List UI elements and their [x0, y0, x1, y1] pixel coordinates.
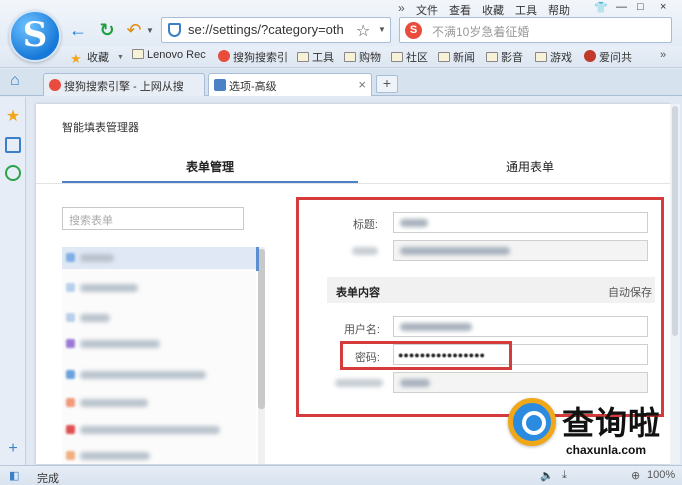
page-scroll-thumb[interactable] — [672, 106, 678, 336]
tab-sogou-search[interactable]: 搜狗搜索引擎 - 上网从搜 — [43, 73, 205, 96]
bookmark-iask[interactable]: 爱问共 — [584, 49, 632, 65]
bookmark-sogou[interactable]: 搜狗搜索引 — [218, 49, 288, 65]
menu-help[interactable]: 帮助 — [548, 5, 570, 17]
bookmark-star-icon[interactable]: ☆ — [356, 21, 370, 41]
menu-overflow[interactable]: » — [398, 1, 405, 15]
sogou-icon — [218, 50, 230, 62]
search-box[interactable]: S 不满10岁急着征婚 — [399, 17, 672, 43]
bookmark-overflow[interactable]: » — [660, 49, 666, 65]
user-icon — [584, 50, 596, 62]
tab-divider — [36, 183, 670, 184]
list-item[interactable] — [62, 419, 256, 441]
new-tab-button[interactable]: + — [376, 75, 398, 93]
menu-tools[interactable]: 工具 — [515, 5, 537, 17]
add-icon[interactable]: + — [5, 441, 21, 457]
bookmark-media[interactable]: 影音 — [486, 49, 523, 65]
close-window-button[interactable]: × — [660, 1, 666, 13]
selected-item-accent — [256, 247, 259, 271]
watermark-text: 查询啦 — [562, 405, 662, 441]
sogou-browser-logo[interactable]: S — [9, 10, 61, 62]
list-item[interactable] — [62, 364, 256, 386]
list-item[interactable] — [62, 277, 256, 299]
shirt-icon[interactable]: 👕 — [594, 1, 608, 14]
back-arrow-icon[interactable]: ← — [68, 20, 88, 40]
bookmark-shopping[interactable]: 购物 — [344, 49, 381, 65]
folder-icon — [486, 52, 498, 62]
tab-bar: ⌂ 搜狗搜索引擎 - 上网从搜 选项-高级 × + — [0, 69, 682, 96]
sidebar-toggle-icon[interactable]: ◧ — [9, 469, 19, 482]
tab-options-advanced[interactable]: 选项-高级 × — [208, 73, 372, 96]
speaker-icon[interactable]: 🔈 — [540, 469, 554, 482]
folder-icon — [391, 52, 403, 62]
menu-view[interactable]: 查看 — [449, 5, 471, 17]
bookmark-community[interactable]: 社区 — [391, 49, 428, 65]
favorites-star-icon[interactable]: ★ — [5, 109, 21, 125]
address-dropdown-icon[interactable]: ▼ — [378, 25, 386, 34]
tab-common-forms[interactable]: 通用表单 — [506, 158, 554, 175]
folder-icon — [535, 52, 547, 62]
list-item[interactable] — [62, 247, 256, 269]
status-bar: ◧ 完成 🔈 ⤓ ⊕ 100% — [0, 465, 682, 485]
zoom-icon[interactable]: ⊕ — [631, 469, 640, 482]
menu-file[interactable]: 文件 — [416, 5, 438, 17]
address-url[interactable]: se://settings/?category=oth — [188, 22, 353, 37]
settings-gear-icon — [214, 79, 226, 91]
undo-icon[interactable]: ↶ — [124, 20, 144, 40]
history-clock-icon[interactable] — [5, 165, 21, 181]
bookmark-tools[interactable]: 工具 — [297, 49, 334, 65]
sogou-icon — [49, 79, 61, 91]
bookmark-favorites[interactable]: ★ 收藏 — [70, 49, 109, 66]
form-list — [62, 247, 256, 464]
list-scroll-thumb[interactable] — [258, 249, 265, 409]
status-text: 完成 — [37, 473, 59, 485]
close-tab-icon[interactable]: × — [358, 77, 366, 92]
tab-label: 搜狗搜索引擎 - 上网从搜 — [64, 81, 184, 93]
menu-bar: 文件 查看 收藏 工具 帮助 — [416, 2, 581, 18]
folder-icon — [344, 52, 356, 62]
list-item[interactable] — [62, 445, 256, 464]
browser-toolbar: » 文件 查看 收藏 工具 帮助 👕 — □ × ← ↻ ↶ ▼ se://settin… — [0, 0, 682, 46]
watermark-url: chaxunla.com — [566, 443, 647, 457]
search-placeholder[interactable]: 不满10岁急着征婚 — [432, 23, 529, 40]
zoom-level[interactable]: 100% — [647, 469, 675, 481]
home-icon[interactable]: ⌂ — [10, 72, 20, 90]
undo-dropdown-icon[interactable]: ▼ — [146, 26, 154, 35]
tab-form-management[interactable]: 表单管理 — [186, 158, 234, 175]
bookmark-bar: ★ 收藏 ▼ Lenovo Rec 搜狗搜索引 工具 购物 社区 新闻 影音 游戏… — [0, 46, 682, 68]
sidebar: ★ + — [0, 97, 26, 465]
bookmark-lenovo[interactable]: Lenovo Rec — [132, 49, 206, 65]
list-item[interactable] — [62, 307, 256, 329]
menu-favorites[interactable]: 收藏 — [482, 5, 504, 17]
sogou-search-icon[interactable]: S — [405, 22, 422, 39]
maximize-button[interactable]: □ — [637, 1, 644, 13]
reader-icon[interactable] — [5, 137, 21, 153]
list-item[interactable] — [62, 333, 256, 355]
folder-icon — [438, 52, 450, 62]
bookmark-games[interactable]: 游戏 — [535, 49, 572, 65]
address-bar[interactable]: se://settings/?category=oth ☆ ▼ — [161, 17, 391, 43]
bookmark-news[interactable]: 新闻 — [438, 49, 475, 65]
password-highlight — [340, 341, 512, 370]
page-title: 智能填表管理器 — [62, 122, 139, 134]
list-item[interactable] — [62, 392, 256, 414]
folder-icon — [132, 49, 144, 59]
highlight-box — [296, 197, 664, 417]
minimize-button[interactable]: — — [616, 1, 627, 13]
refresh-icon[interactable]: ↻ — [97, 20, 117, 40]
form-search-input[interactable]: 搜索表单 — [62, 207, 244, 230]
favorites-star-icon: ★ — [70, 51, 82, 66]
download-icon[interactable]: ⤓ — [562, 469, 567, 482]
watermark-logo-icon — [508, 398, 556, 446]
folder-icon — [297, 52, 309, 62]
favorites-dropdown-icon[interactable]: ▼ — [117, 54, 124, 61]
tab-label: 选项-高级 — [229, 81, 277, 93]
shield-icon — [168, 23, 181, 37]
